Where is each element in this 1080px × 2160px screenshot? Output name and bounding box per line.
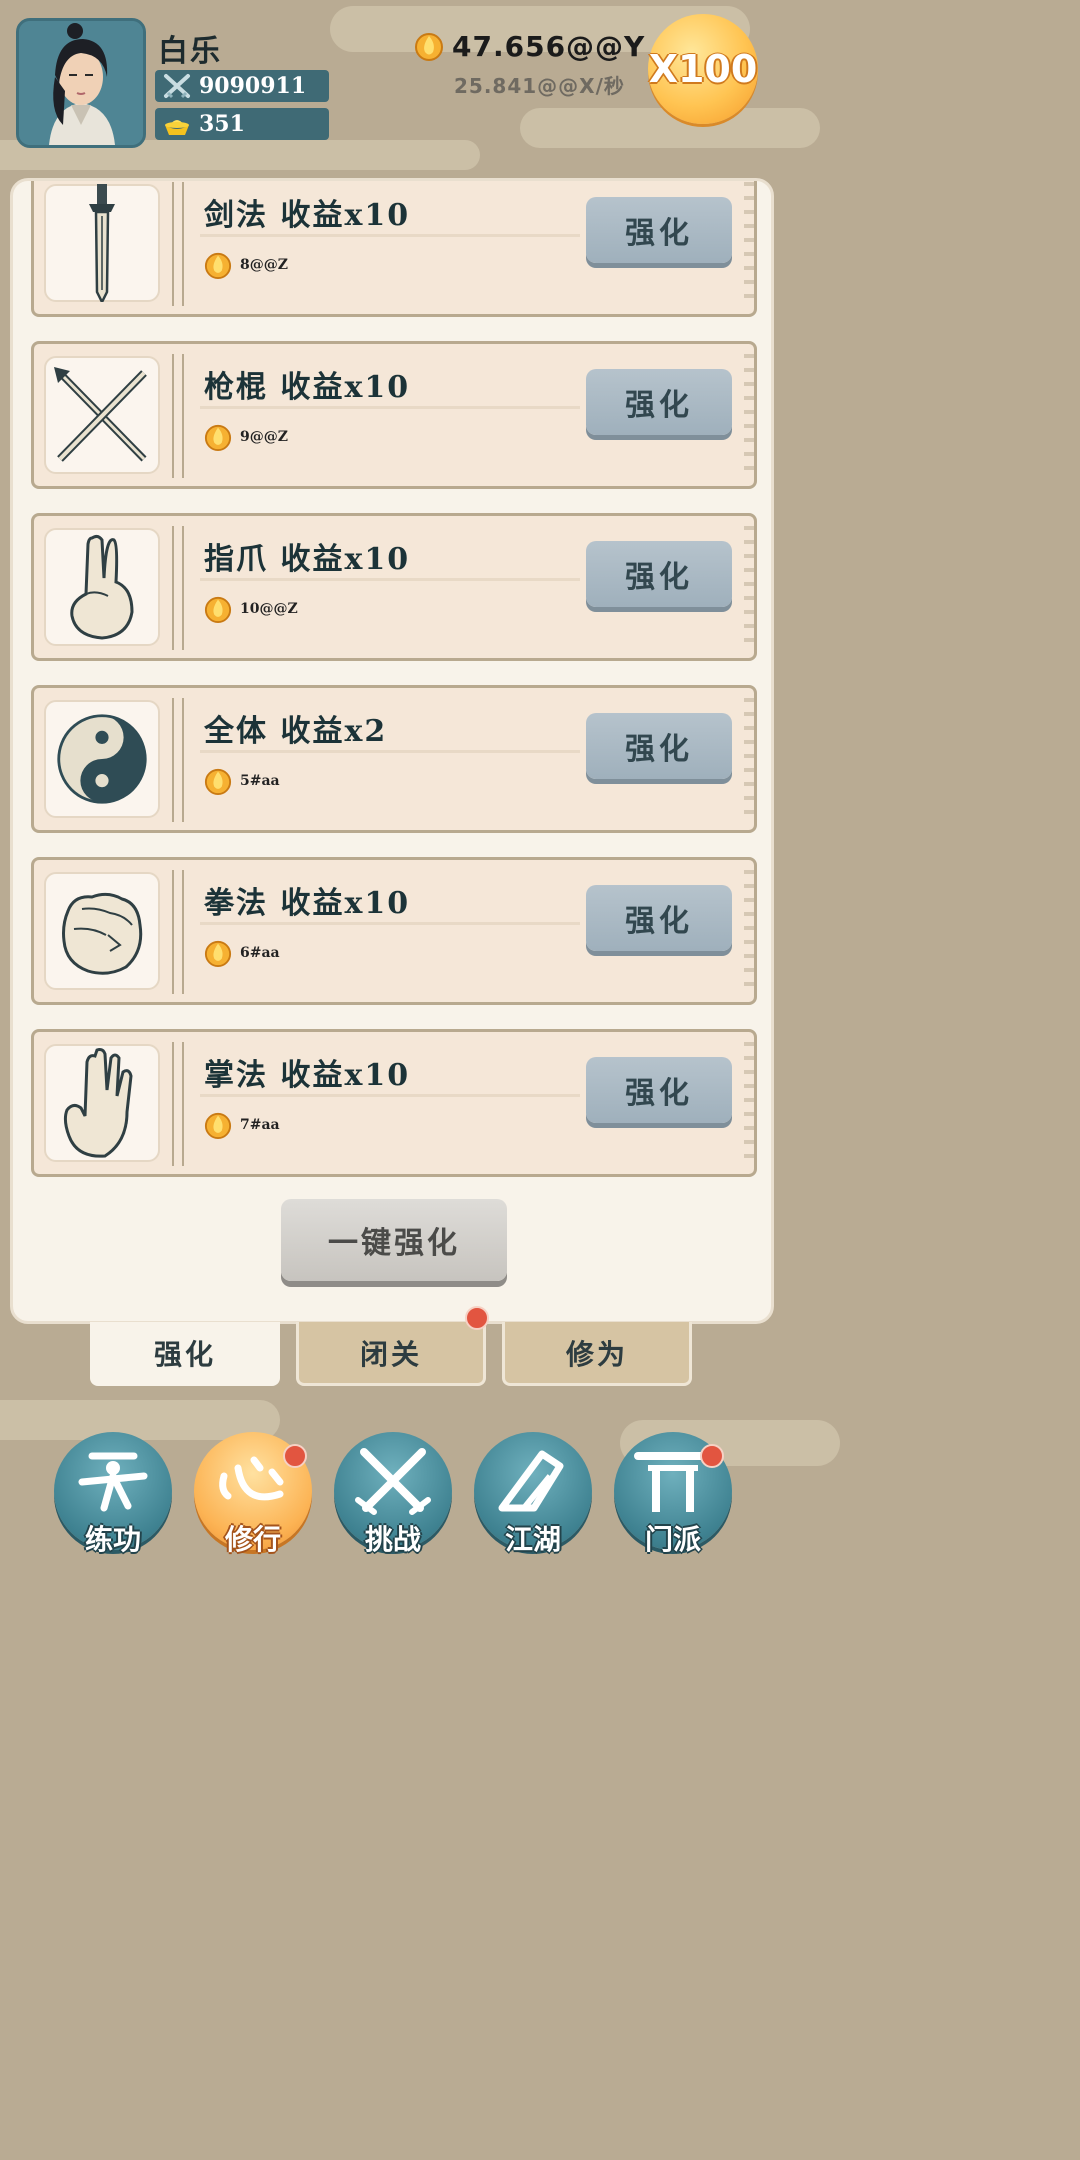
one-key-upgrade-button[interactable]: 一键强化	[281, 1199, 507, 1281]
item-cost: 5#aa	[204, 766, 280, 796]
item-title: 掌法 收益x10	[204, 1058, 411, 1093]
fire-coin-icon	[204, 252, 232, 279]
fire-coin-icon	[204, 424, 232, 451]
item-cost: 8@@Z	[204, 250, 288, 280]
item-icon-box	[44, 1044, 160, 1162]
cultivate-badge-dot	[283, 1444, 307, 1468]
item-cost: 9@@Z	[204, 422, 288, 452]
nav-practice-label: 练功	[84, 1523, 141, 1556]
upgrade-button[interactable]: 强化	[586, 713, 732, 779]
item-underline	[200, 1094, 580, 1097]
heart-glyph-icon	[219, 1456, 284, 1501]
item-cost-value: 7#aa	[240, 1117, 280, 1133]
upgrade-item: 指爪 收益x10 10@@Z 强化	[31, 513, 757, 661]
item-cost: 10@@Z	[204, 594, 298, 624]
upgrade-item: 拳法 收益x10 6#aa 强化	[31, 857, 757, 1005]
sect-badge-dot	[700, 1444, 724, 1468]
upgrade-item: 剑法 收益x10 8@@Z 强化	[31, 181, 757, 317]
item-icon-box	[44, 700, 160, 818]
item-icon-box	[44, 872, 160, 990]
item-underline	[200, 578, 580, 581]
item-title: 枪棍 收益x10	[204, 370, 411, 405]
item-cost: 6#aa	[204, 938, 280, 968]
fire-coin-icon	[204, 1112, 232, 1139]
upgrade-item: 全体 收益x2 5#aa 强化	[31, 685, 757, 833]
item-underline	[200, 922, 580, 925]
finger-claw-icon	[70, 534, 134, 640]
item-underline	[200, 406, 580, 409]
coin-total: 47.656@@Y	[414, 28, 645, 64]
nav-jianghu-label: 江湖	[504, 1523, 561, 1556]
crossed-swords-icon	[164, 74, 190, 99]
fire-coin-icon	[204, 596, 232, 624]
item-cost-value: 6#aa	[240, 945, 280, 961]
martial-figure-icon	[78, 1452, 148, 1512]
crossed-swords-icon	[355, 1448, 431, 1515]
upgrade-button[interactable]: 强化	[586, 197, 732, 263]
item-cost-value: 5#aa	[240, 773, 280, 789]
upgrade-button[interactable]: 强化	[586, 1057, 732, 1123]
item-cost: 7#aa	[204, 1110, 280, 1140]
tab-retreat[interactable]: 闭关	[296, 1322, 486, 1386]
fire-coin-icon	[415, 33, 443, 61]
mountain-icon	[498, 1450, 564, 1512]
upgrade-button[interactable]: 强化	[586, 541, 732, 607]
sword-icon	[89, 184, 115, 302]
item-underline	[200, 750, 580, 753]
coin-total-value: 47.656@@Y	[452, 29, 646, 63]
item-title: 剑法 收益x10	[204, 198, 411, 233]
nav-cultivate-label: 修行	[224, 1523, 281, 1556]
item-cost-value: 9@@Z	[240, 429, 288, 445]
item-icon-box	[44, 184, 160, 302]
fist-icon	[62, 892, 143, 975]
item-title: 指爪 收益x10	[204, 542, 411, 577]
player-name: 白乐	[158, 34, 222, 69]
item-cost-value: 10@@Z	[240, 601, 298, 617]
tab-upgrade[interactable]: 强化	[90, 1322, 280, 1386]
upgrade-item: 枪棍 收益x10 9@@Z 强化	[31, 341, 757, 489]
player-avatar[interactable]	[16, 18, 146, 148]
upgrade-item: 掌法 收益x10 7#aa 强化	[31, 1029, 757, 1177]
combat-power-stat: 9090911	[155, 70, 329, 102]
upgrade-button[interactable]: 强化	[586, 369, 732, 435]
portrait-icon	[19, 21, 143, 145]
item-icon-box	[44, 528, 160, 646]
item-divider	[172, 526, 184, 650]
gold-ingot-stat: 351	[155, 108, 329, 140]
nav-challenge-label: 挑战	[364, 1523, 421, 1556]
fire-coin-icon	[204, 940, 232, 968]
item-title: 拳法 收益x10	[204, 886, 411, 921]
gold-ingot-value: 351	[199, 111, 245, 137]
nav-challenge[interactable]: 挑战	[334, 1432, 452, 1556]
item-title: 全体 收益x2	[204, 714, 388, 749]
upgrade-button[interactable]: 强化	[586, 885, 732, 951]
tab-cultivation[interactable]: 修为	[502, 1322, 692, 1386]
item-underline	[200, 234, 580, 237]
multiplier-button[interactable]: X100	[648, 14, 758, 124]
background-cloud	[520, 108, 820, 148]
item-icon-box	[44, 356, 160, 474]
nav-practice[interactable]: 练功	[54, 1432, 172, 1556]
palm-icon	[63, 1048, 133, 1158]
item-divider	[172, 182, 184, 306]
combat-power-value: 9090911	[199, 73, 307, 99]
item-divider	[172, 698, 184, 822]
coin-rate: 25.841@@X/秒	[454, 74, 625, 98]
item-cost-value: 8@@Z	[240, 257, 288, 273]
yin-yang-icon	[57, 714, 147, 804]
nav-sect-label: 门派	[644, 1523, 701, 1556]
retreat-badge-dot	[465, 1306, 489, 1330]
item-divider	[172, 870, 184, 994]
spear-staff-icon	[54, 367, 147, 462]
item-divider	[172, 1042, 184, 1166]
nav-jianghu[interactable]: 江湖	[474, 1432, 592, 1556]
gold-ingot-icon	[165, 120, 189, 135]
fire-coin-icon	[204, 768, 232, 796]
item-divider	[172, 354, 184, 478]
multiplier-label: X100	[648, 47, 758, 91]
upgrade-panel: 剑法 收益x10 8@@Z 强化 枪棍 收益x10 9@@Z 强化 指爪 收益x…	[10, 178, 774, 1324]
